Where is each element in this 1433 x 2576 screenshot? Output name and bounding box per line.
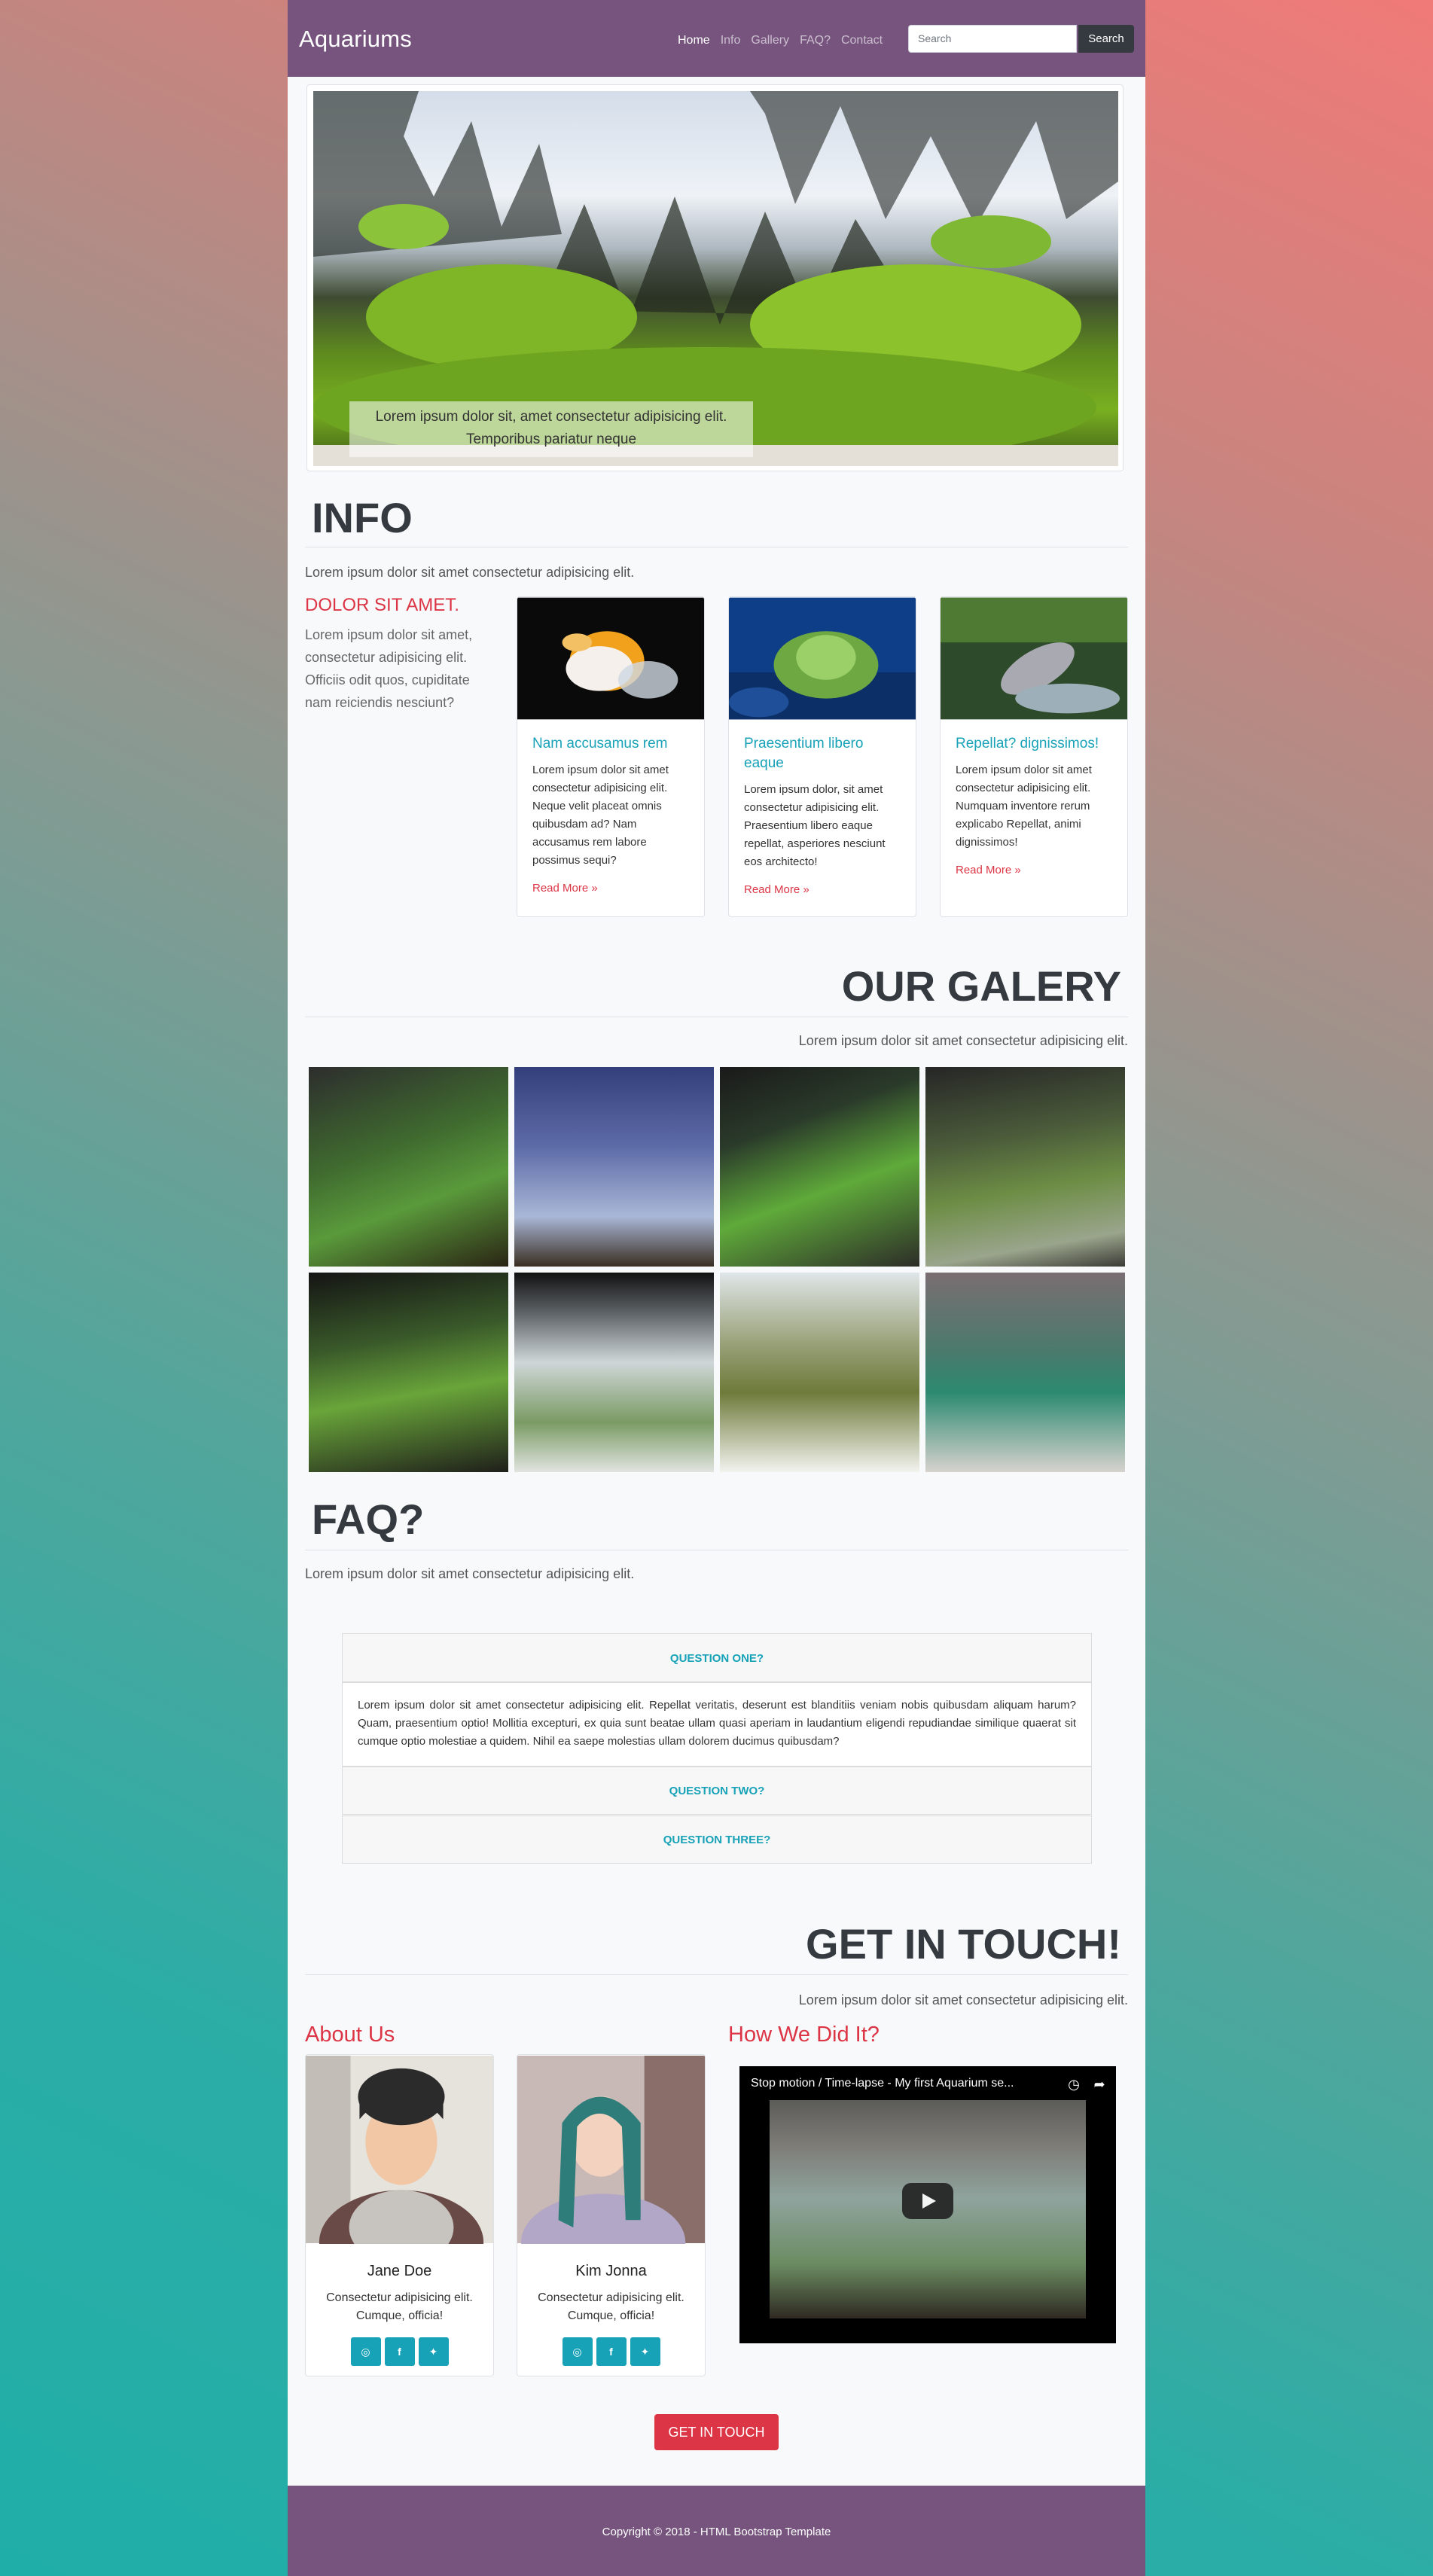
hero-caption-line1: Lorem ipsum dolor sit, amet consectetur … [375, 409, 727, 425]
info-side-text: Lorem ipsum dolor sit amet, consectetur … [305, 627, 473, 710]
get-in-touch-button[interactable]: GET IN TOUCH [654, 2414, 779, 2450]
info-card-3-read-more[interactable]: Read More » [956, 864, 1112, 876]
facebook-icon[interactable]: f [384, 2337, 415, 2366]
page-container: Aquariums Home Info Gallery FAQ? Contact… [288, 0, 1145, 2576]
hero-caption: Lorem ipsum dolor sit, amet consectetur … [349, 401, 753, 457]
goldfish-image [517, 597, 704, 720]
person-description: Consectetur adipisicing elit. Cumque, of… [538, 2291, 684, 2322]
gallery-image-8[interactable] [925, 1273, 1125, 1472]
person-description: Consectetur adipisicing elit. Cumque, of… [326, 2291, 473, 2322]
info-title: INFO [312, 494, 413, 541]
faq-title: FAQ? [312, 1495, 425, 1543]
faq-question-three[interactable]: QUESTION THREE? [342, 1815, 1092, 1864]
gallery-image-4[interactable] [925, 1067, 1125, 1267]
twitter-icon[interactable]: ✦ [630, 2337, 660, 2366]
navbar: Aquariums Home Info Gallery FAQ? Contact… [288, 0, 1145, 77]
person-name: Jane Doe [367, 2263, 432, 2279]
nav-link-home[interactable]: Home [678, 34, 710, 47]
info-card-1-text: Lorem ipsum dolor sit amet consectetur a… [532, 764, 669, 867]
faq-lead: Lorem ipsum dolor sit amet consectetur a… [305, 1566, 635, 1581]
gallery-image-1[interactable] [309, 1067, 508, 1267]
coral-image [729, 597, 916, 720]
hero-image: Lorem ipsum dolor sit, amet consectetur … [313, 91, 1118, 466]
hero-caption-line2: Temporibus pariatur neque [465, 431, 637, 447]
facebook-icon[interactable]: f [596, 2337, 627, 2366]
catfish-image [941, 597, 1127, 720]
info-card-1: Nam accusamus rem Lorem ipsum dolor sit … [517, 596, 705, 917]
faq-question-one[interactable]: QUESTION ONE? [342, 1633, 1092, 1682]
info-card-3-title[interactable]: Repellat? dignissimos! [956, 734, 1112, 754]
info-card-2-read-more[interactable]: Read More » [744, 883, 901, 896]
info-side-heading: DOLOR SIT AMET. [305, 595, 459, 615]
nav-link-faq[interactable]: FAQ? [800, 34, 831, 47]
footer: Copyright © 2018 - HTML Bootstrap Templa… [288, 2486, 1145, 2576]
footer-copyright: Copyright © 2018 - HTML Bootstrap Templa… [602, 2526, 831, 2538]
search-input[interactable]: Search [908, 25, 1077, 53]
info-card-3: Repellat? dignissimos! Lorem ipsum dolor… [940, 596, 1128, 917]
gallery-title: OUR GALERY [841, 962, 1121, 1010]
social-links: ◎ f ✦ [517, 2337, 705, 2366]
gallery-image-2[interactable] [514, 1067, 714, 1267]
person-name: Kim Jonna [575, 2263, 647, 2279]
clock-icon[interactable]: ◷ [1065, 2075, 1083, 2093]
contact-title: GET IN TOUCH! [806, 1920, 1121, 1968]
jane-avatar [306, 2056, 493, 2295]
info-card-2: Praesentium libero eaque Lorem ipsum dol… [728, 596, 916, 917]
nav-link-info[interactable]: Info [721, 34, 741, 47]
instagram-icon[interactable]: ◎ [562, 2337, 593, 2366]
gallery-lead: Lorem ipsum dolor sit amet consectetur a… [798, 1033, 1128, 1048]
info-card-1-read-more[interactable]: Read More » [532, 882, 689, 895]
gallery-image-3[interactable] [720, 1067, 919, 1267]
info-card-2-text: Lorem ipsum dolor, sit amet consectetur … [744, 783, 886, 868]
contact-divider [305, 1974, 1128, 1975]
video-embed[interactable]: Stop motion / Time-lapse - My first Aqua… [739, 2066, 1116, 2343]
video-title[interactable]: Stop motion / Time-lapse - My first Aqua… [751, 2077, 1014, 2090]
info-card-1-title[interactable]: Nam accusamus rem [532, 734, 689, 754]
search-button[interactable]: Search [1078, 25, 1134, 53]
gallery-image-7[interactable] [720, 1273, 919, 1472]
play-icon[interactable] [902, 2183, 953, 2219]
info-card-2-title[interactable]: Praesentium libero eaque [744, 734, 901, 773]
faq-question-two[interactable]: QUESTION TWO? [342, 1767, 1092, 1815]
instagram-icon[interactable]: ◎ [350, 2337, 381, 2366]
twitter-icon[interactable]: ✦ [418, 2337, 449, 2366]
share-icon[interactable]: ➦ [1090, 2075, 1108, 2093]
nav-link-contact[interactable]: Contact [841, 34, 883, 47]
contact-lead: Lorem ipsum dolor sit amet consectetur a… [798, 1992, 1128, 2007]
hero-carousel: Lorem ipsum dolor sit, amet consectetur … [306, 84, 1124, 471]
nav-links: Home Info Gallery FAQ? Contact [678, 34, 883, 47]
nav-link-gallery[interactable]: Gallery [751, 34, 789, 47]
social-links: ◎ f ✦ [306, 2337, 493, 2366]
gallery-image-6[interactable] [514, 1273, 714, 1472]
person-card-kim: Kim Jonna Consectetur adipisicing elit. … [517, 2054, 706, 2376]
gallery-image-5[interactable] [309, 1273, 508, 1472]
how-we-did-it-heading: How We Did It? [728, 2023, 880, 2047]
about-us-heading: About Us [305, 2023, 395, 2047]
faq-answer-one: Lorem ipsum dolor sit amet consectetur a… [342, 1682, 1092, 1767]
info-lead: Lorem ipsum dolor sit amet consectetur a… [305, 565, 635, 580]
kim-avatar [517, 2056, 705, 2291]
person-card-jane: Jane Doe Consectetur adipisicing elit. C… [305, 2054, 494, 2376]
brand-logo[interactable]: Aquariums [299, 26, 412, 53]
info-card-3-text: Lorem ipsum dolor sit amet consectetur a… [956, 764, 1092, 849]
